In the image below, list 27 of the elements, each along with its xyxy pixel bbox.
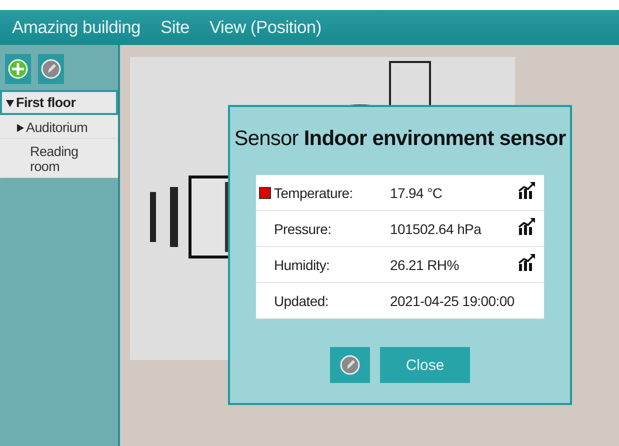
reading-value: 101502.64 hPa [390, 220, 482, 236]
chart-icon[interactable] [518, 218, 536, 236]
reading-label: Updated: [274, 292, 330, 308]
reading-value: 17.94 °C [390, 184, 444, 200]
pencil-icon [41, 59, 61, 79]
tree-item[interactable]: First floor [0, 90, 118, 115]
tree-item[interactable]: Auditorium [0, 115, 118, 139]
reading-value: 26.21 RH% [390, 256, 460, 272]
chart-icon[interactable] [518, 182, 536, 200]
edit-button[interactable] [330, 347, 370, 383]
reading-label: Temperature: [274, 184, 354, 200]
caret-icon[interactable] [6, 99, 14, 107]
caret-icon[interactable] [16, 124, 24, 132]
close-button[interactable]: Close [380, 347, 470, 383]
menu-item[interactable]: Site [160, 17, 190, 38]
add-button[interactable] [5, 54, 31, 84]
plus-icon [8, 59, 28, 79]
reading-label: Pressure: [274, 220, 332, 236]
menu-item[interactable]: Amazing building [12, 17, 140, 38]
reading-value: 2021-04-25 19:00:00 [390, 292, 516, 308]
edit-button[interactable] [38, 54, 64, 84]
tree-item[interactable]: Reading room [0, 139, 118, 178]
dialog-title: Sensor Indoor environment sensor [233, 127, 567, 151]
pencil-icon [340, 355, 360, 375]
chart-icon[interactable] [518, 254, 536, 272]
reading-label: Humidity: [274, 256, 331, 272]
menu-item[interactable]: View (Position) [209, 17, 322, 38]
